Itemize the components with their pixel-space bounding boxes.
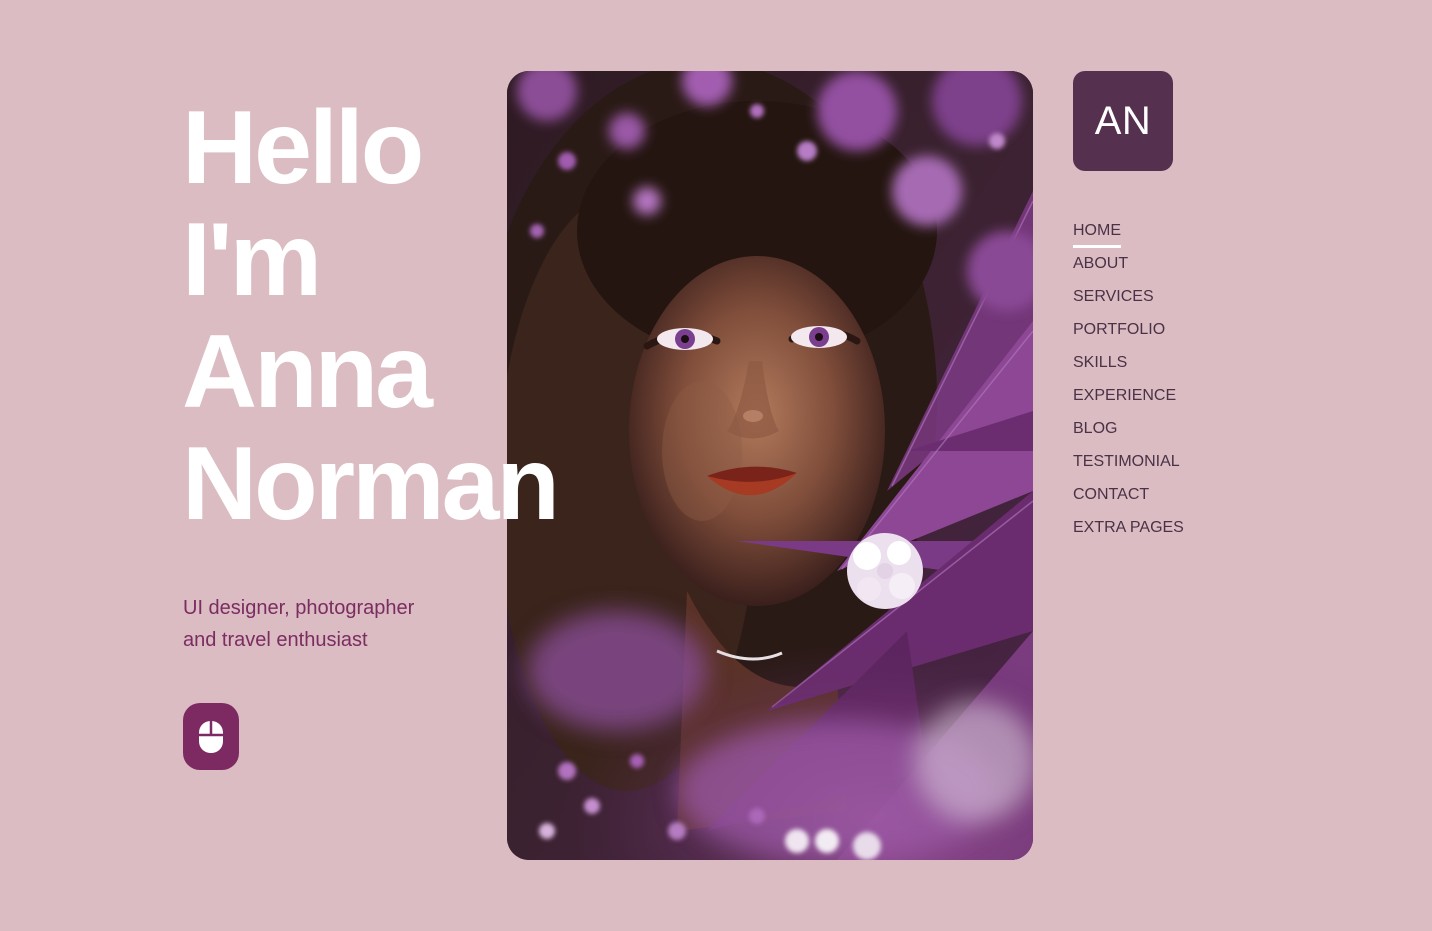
site-logo[interactable]: AN [1073,71,1173,171]
main-nav: HOME ABOUT SERVICES PORTFOLIO SKILLS EXP… [1073,219,1184,549]
nav-item-about[interactable]: ABOUT [1073,252,1128,278]
page: Hello I'm Anna Norman UI designer, photo… [0,0,1432,931]
nav-item-blog[interactable]: BLOG [1073,417,1117,443]
hero-heading-line-3: Anna [182,314,433,430]
nav-item-services[interactable]: SERVICES [1073,285,1154,311]
hero-heading: Hello I'm Anna Norman [182,90,560,542]
nav-item-testimonial[interactable]: TESTIMONIAL [1073,450,1180,476]
nav-item-portfolio[interactable]: PORTFOLIO [1073,318,1165,344]
nav-item-extra-pages[interactable]: EXTRA PAGES [1073,516,1184,542]
nav-item-skills[interactable]: SKILLS [1073,351,1127,377]
hero-heading-line-4: Norman [182,426,560,542]
hero-tagline-line-2: and travel enthusiast [183,629,368,651]
mouse-icon [199,720,223,753]
hero-tagline: UI designer, photographer and travel ent… [183,592,483,656]
nav-item-experience[interactable]: EXPERIENCE [1073,384,1176,410]
logo-initials: AN [1094,98,1152,143]
hero-heading-line-2: I'm [182,202,322,318]
hero-tagline-line-1: UI designer, photographer [183,597,415,619]
scroll-down-button[interactable] [183,703,239,770]
nav-item-contact[interactable]: CONTACT [1073,483,1149,509]
hero-portrait-image [507,71,1033,860]
hero-heading-line-1: Hello [182,90,424,206]
nav-item-home[interactable]: HOME [1073,219,1121,248]
